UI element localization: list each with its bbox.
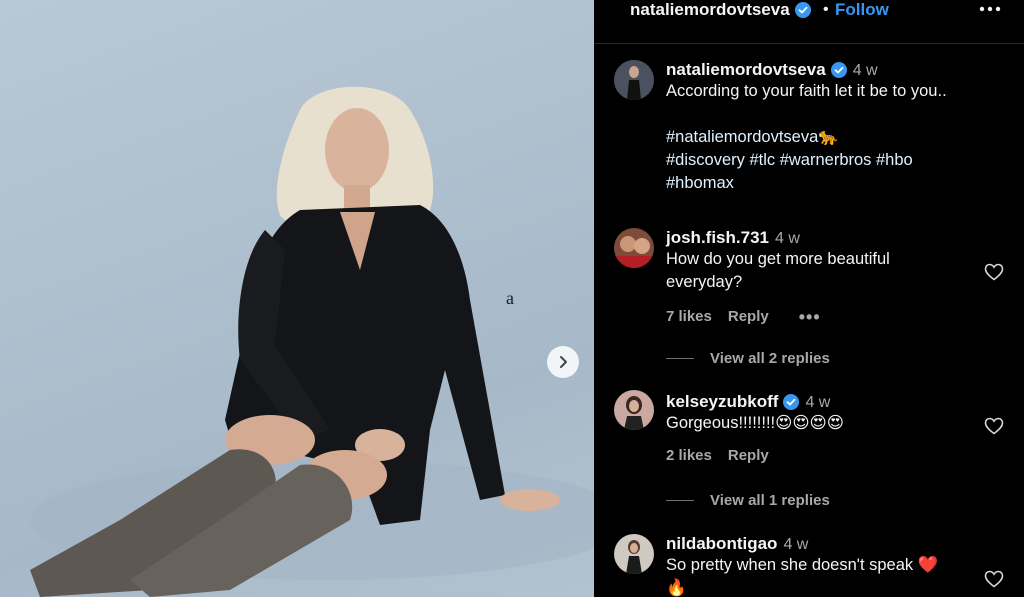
divider-line <box>666 358 694 359</box>
comment-text: everyday? <box>666 273 743 291</box>
comment-username[interactable]: nildabontigao <box>666 534 777 553</box>
comment-username[interactable]: josh.fish.731 <box>666 228 769 247</box>
caption-text: According to your faith let it be to you… <box>666 82 947 100</box>
next-photo-button[interactable] <box>547 346 579 378</box>
post-photo: a <box>0 0 594 597</box>
comment-text: So pretty when she doesn't speak ❤️ <box>666 556 939 574</box>
heart-icon[interactable] <box>984 570 1004 588</box>
heart-icon[interactable] <box>984 263 1004 281</box>
more-options-icon[interactable] <box>978 3 1002 15</box>
header-username[interactable]: nataliemordovtseva <box>630 0 811 20</box>
comment-avatar[interactable] <box>614 228 654 268</box>
avatar-image <box>614 228 654 268</box>
comment-timestamp: 4 w <box>783 536 809 553</box>
like-count[interactable]: 2 likes <box>666 447 712 464</box>
divider-line <box>666 500 694 501</box>
hashtag-line[interactable]: #nataliemordovtseva🐆 <box>666 126 1006 149</box>
post-caption: nataliemordovtseva 4 w According to your … <box>666 60 1006 195</box>
avatar-image <box>614 60 654 100</box>
comment-timestamp: 4 w <box>774 230 800 247</box>
view-replies-button[interactable]: View all 1 replies <box>666 492 830 509</box>
follow-button[interactable]: Follow <box>835 0 889 20</box>
chevron-right-icon <box>560 356 567 368</box>
comment-text: Gorgeous!!!!!!!!😍😍😍😍 <box>666 414 844 432</box>
comments-panel: nataliemordovtseva • Follow nataliemordo… <box>594 0 1024 597</box>
reply-button[interactable]: Reply <box>728 447 769 464</box>
stray-character: a <box>506 288 514 308</box>
verified-badge-icon <box>830 62 847 78</box>
post-header: nataliemordovtseva • Follow <box>594 0 1024 44</box>
view-replies-label: View all 1 replies <box>710 492 830 509</box>
like-count[interactable]: 7 likes <box>666 308 712 325</box>
avatar-image <box>614 534 654 574</box>
comment: josh.fish.731 4 w How do you get more bea… <box>666 228 986 326</box>
hashtag-line[interactable]: #hbomax <box>666 172 1006 195</box>
avatar-image <box>614 390 654 430</box>
caption-username[interactable]: nataliemordovtseva <box>666 60 826 79</box>
hashtag-line[interactable]: #discovery #tlc #warnerbros #hbo <box>666 149 1006 172</box>
header-username-text: nataliemordovtseva <box>630 0 790 19</box>
comment-timestamp: 4 w <box>805 394 831 411</box>
comment-text: How do you get more beautiful <box>666 250 890 268</box>
view-replies-label: View all 2 replies <box>710 350 830 367</box>
comment-options-button[interactable]: ••• <box>799 308 821 326</box>
comment: kelseyzubkoff 4 w Gorgeous!!!!!!!!😍😍😍😍 2 … <box>666 392 986 464</box>
comment: nildabontigao 4 w So pretty when she does… <box>666 534 986 597</box>
verified-badge-icon <box>794 2 811 18</box>
comment-avatar[interactable] <box>614 390 654 430</box>
comment-username[interactable]: kelseyzubkoff <box>666 392 778 411</box>
reply-button[interactable]: Reply <box>728 308 769 325</box>
caption-timestamp: 4 w <box>852 62 878 79</box>
comment-avatar[interactable] <box>614 534 654 574</box>
photo-figure <box>30 86 594 597</box>
verified-badge-icon <box>783 394 800 410</box>
heart-icon[interactable] <box>984 417 1004 435</box>
comment-text: 🔥 <box>666 579 687 597</box>
caption-avatar[interactable] <box>614 60 654 100</box>
header-separator: • <box>823 1 829 18</box>
view-replies-button[interactable]: View all 2 replies <box>666 350 830 367</box>
